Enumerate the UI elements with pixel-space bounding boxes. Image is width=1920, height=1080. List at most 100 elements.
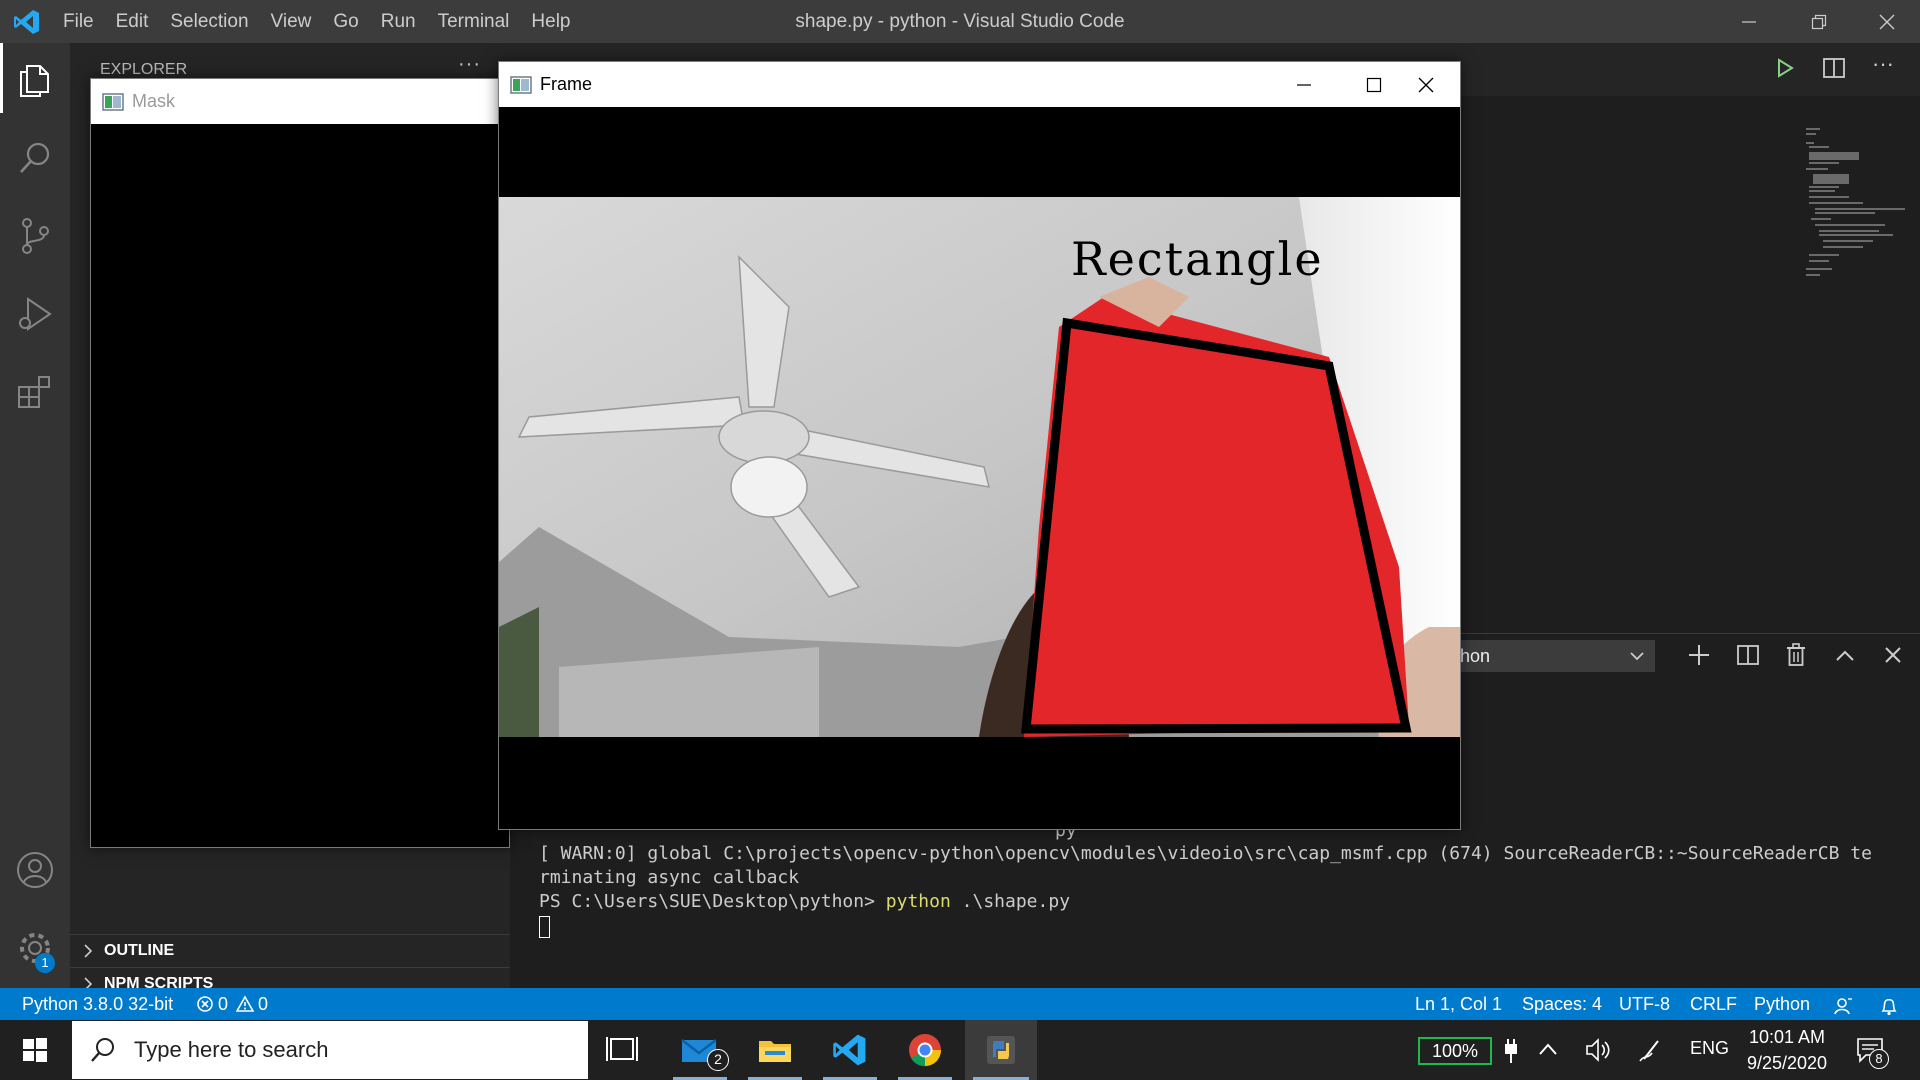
account-icon[interactable]	[0, 835, 70, 905]
input-language[interactable]: ENG	[1690, 1038, 1729, 1059]
search-icon	[91, 1038, 114, 1062]
task-view-icon[interactable]	[606, 1034, 640, 1071]
chevron-right-icon	[84, 944, 93, 958]
minimap-code-preview	[1806, 128, 1905, 276]
mask-image	[91, 124, 509, 847]
mail-badge: 2	[707, 1049, 729, 1071]
frame-minimize-button[interactable]	[1269, 62, 1339, 107]
warning-icon	[236, 995, 255, 1012]
editor-more-icon[interactable]: ···	[1872, 51, 1894, 77]
cursor-position-status[interactable]: Ln 1, Col 1	[1415, 988, 1502, 1020]
battery-percentage: 100%	[1431, 1040, 1479, 1061]
menu-terminal[interactable]: Terminal	[427, 0, 521, 43]
error-icon	[197, 996, 213, 1012]
terminal-dropdown-value: hon	[1460, 645, 1491, 666]
clock[interactable]: 10:01 AM 9/25/2020	[1742, 1024, 1832, 1076]
indentation-status[interactable]: Spaces: 4	[1522, 988, 1602, 1020]
maximize-icon	[1366, 77, 1382, 92]
menu-run[interactable]: Run	[370, 0, 427, 43]
power-plug-icon[interactable]	[1502, 1038, 1520, 1069]
pen-workspace-icon[interactable]	[1638, 1037, 1662, 1068]
python-icon	[987, 1036, 1015, 1064]
search-icon[interactable]	[0, 123, 70, 193]
new-terminal-icon[interactable]	[1688, 644, 1710, 671]
split-terminal-icon[interactable]	[1737, 644, 1759, 671]
manage-gear-icon[interactable]: 1	[0, 913, 70, 983]
terminal-warn-line: [ WARN:0] global C:\projects\opencv-pyth…	[539, 843, 1872, 864]
outline-label: OUTLINE	[104, 942, 175, 959]
start-button[interactable]	[0, 1020, 70, 1080]
terminal-args: .\shape.py	[950, 891, 1071, 912]
outline-section[interactable]: OUTLINE	[80, 936, 174, 966]
run-file-icon[interactable]	[1775, 57, 1795, 84]
volume-icon[interactable]	[1585, 1037, 1611, 1068]
clock-date: 9/25/2020	[1746, 1053, 1828, 1073]
taskbar-search-box[interactable]: Type here to search	[72, 1021, 588, 1079]
mask-window[interactable]: Mask	[90, 78, 510, 848]
taskbar-vscode[interactable]	[815, 1020, 885, 1080]
run-debug-icon[interactable]	[0, 279, 70, 349]
frame-window[interactable]: Frame Rectangle	[498, 61, 1461, 830]
battery-indicator[interactable]: 100%	[1418, 1037, 1492, 1065]
maximize-panel-icon[interactable]	[1835, 648, 1855, 667]
more-actions-icon[interactable]: ···	[458, 53, 481, 76]
close-button[interactable]	[1852, 0, 1920, 43]
minimize-button[interactable]	[1714, 0, 1784, 43]
opencv-window-icon	[510, 75, 532, 94]
taskbar-search-placeholder: Type here to search	[134, 1037, 329, 1062]
close-icon	[1418, 77, 1434, 92]
action-center-icon[interactable]: 8	[1856, 1037, 1889, 1069]
close-icon	[1879, 14, 1895, 29]
windows-logo-icon	[23, 1038, 47, 1062]
minimap[interactable]	[1795, 128, 1905, 288]
taskbar-chrome[interactable]	[890, 1020, 960, 1080]
divider	[70, 967, 510, 968]
split-editor-icon[interactable]	[1822, 57, 1846, 84]
menu-help[interactable]: Help	[520, 0, 581, 43]
taskbar: Type here to search 2 100% ENG 10:01 AM …	[0, 1020, 1920, 1080]
minimize-icon	[1742, 20, 1756, 23]
eol-status[interactable]: CRLF	[1690, 988, 1737, 1020]
title-bar: File Edit Selection View Go Run Terminal…	[0, 0, 1920, 43]
menu-selection[interactable]: Selection	[159, 0, 259, 43]
terminal-command: python	[885, 891, 951, 912]
restore-icon	[1811, 14, 1827, 29]
encoding-status[interactable]: UTF-8	[1619, 988, 1670, 1020]
minimize-icon	[1297, 83, 1311, 86]
terminal-prompt-line: PS C:\Users\SUE\Desktop\python> python .…	[539, 891, 1070, 912]
taskbar-python[interactable]	[965, 1020, 1037, 1080]
camera-frame-image	[499, 107, 1460, 829]
python-interpreter-status[interactable]: Python 3.8.0 32-bit	[22, 988, 173, 1020]
menu-go[interactable]: Go	[322, 0, 369, 43]
explorer-icon[interactable]	[0, 45, 70, 115]
terminal-dropdown[interactable]: hon	[1450, 640, 1655, 672]
menu-view[interactable]: View	[260, 0, 323, 43]
restore-button[interactable]	[1784, 0, 1854, 43]
frame-close-button[interactable]	[1391, 62, 1461, 107]
warning-count: 0	[258, 994, 269, 1014]
folder-icon	[759, 1041, 791, 1062]
notification-badge: 8	[1869, 1049, 1889, 1069]
divider	[70, 934, 510, 935]
chevron-down-icon	[1630, 652, 1644, 661]
frame-window-title: Frame	[540, 74, 593, 94]
clock-time: 10:01 AM	[1748, 1027, 1826, 1047]
source-control-icon[interactable]	[0, 201, 70, 271]
taskbar-mail-app[interactable]: 2	[665, 1020, 735, 1080]
menu-edit[interactable]: Edit	[105, 0, 160, 43]
extensions-icon[interactable]	[0, 357, 70, 427]
terminal-prompt: PS C:\Users\SUE\Desktop\python>	[539, 891, 875, 912]
activity-bar: 1	[0, 43, 70, 988]
menu-file[interactable]: File	[52, 0, 105, 43]
settings-badge: 1	[35, 953, 55, 973]
taskbar-file-explorer[interactable]	[740, 1020, 810, 1080]
opencv-window-icon	[102, 92, 124, 111]
problems-status[interactable]: 0 0	[196, 988, 268, 1020]
kill-terminal-trash-icon[interactable]	[1786, 643, 1806, 672]
mask-window-titlebar[interactable]: Mask	[91, 79, 509, 124]
language-mode-status[interactable]: Python	[1754, 988, 1810, 1020]
close-panel-icon[interactable]	[1884, 646, 1902, 669]
show-hidden-icons-chevron-up-icon[interactable]	[1538, 1042, 1558, 1061]
terminal-cursor[interactable]	[539, 916, 550, 938]
terminal-warn-line-cont: rminating async callback	[539, 867, 800, 888]
